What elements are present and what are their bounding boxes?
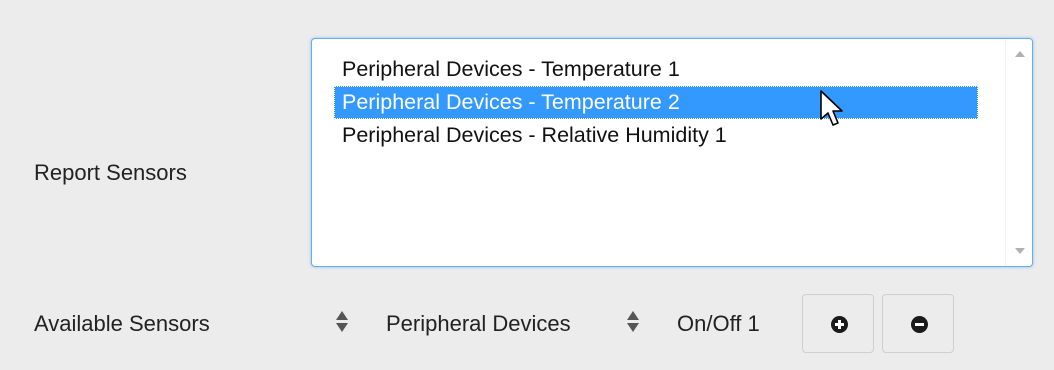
- report-sensors-label: Report Sensors: [34, 160, 187, 185]
- listbox-scrollbar[interactable]: [1005, 39, 1032, 266]
- list-item-selected[interactable]: Peripheral Devices - Temperature 2: [334, 86, 978, 119]
- plus-circle-icon: [831, 316, 848, 333]
- available-sensors-label: Available Sensors: [34, 311, 210, 336]
- sensor-select-arrows-icon[interactable]: [627, 311, 639, 332]
- report-sensors-options: Peripheral Devices - Temperature 1 Perip…: [334, 53, 978, 152]
- device-select[interactable]: Peripheral Devices: [386, 311, 571, 337]
- device-select-arrows-icon[interactable]: [336, 311, 348, 332]
- report-sensors-listbox[interactable]: Peripheral Devices - Temperature 1 Perip…: [311, 38, 1033, 267]
- minus-circle-icon: [911, 316, 928, 333]
- list-item[interactable]: Peripheral Devices - Temperature 1: [334, 53, 978, 86]
- mouse-pointer-icon: [820, 90, 843, 126]
- scroll-up-arrow-icon[interactable]: [1015, 51, 1025, 57]
- add-sensor-button[interactable]: [802, 294, 874, 353]
- scroll-down-arrow-icon[interactable]: [1015, 248, 1025, 254]
- remove-sensor-button[interactable]: [882, 294, 954, 353]
- sensor-select[interactable]: On/Off 1: [677, 311, 760, 337]
- list-item[interactable]: Peripheral Devices - Relative Humidity 1: [334, 119, 978, 152]
